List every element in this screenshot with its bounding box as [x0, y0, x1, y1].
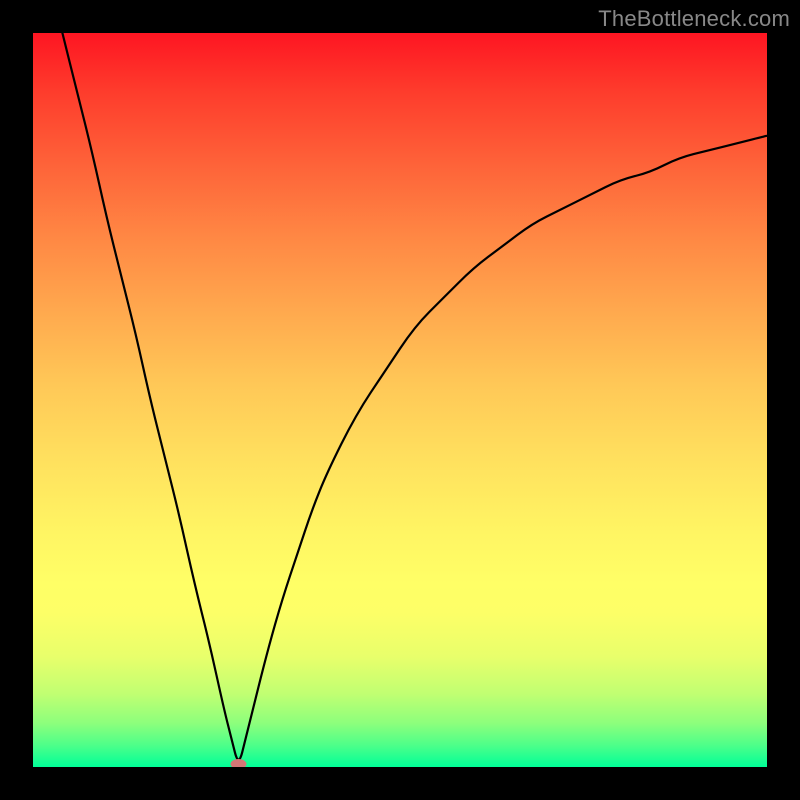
watermark-text: TheBottleneck.com [598, 6, 790, 32]
plot-area [33, 33, 767, 767]
chart-frame: TheBottleneck.com [0, 0, 800, 800]
minimum-marker [231, 759, 247, 767]
bottleneck-curve [33, 33, 767, 767]
